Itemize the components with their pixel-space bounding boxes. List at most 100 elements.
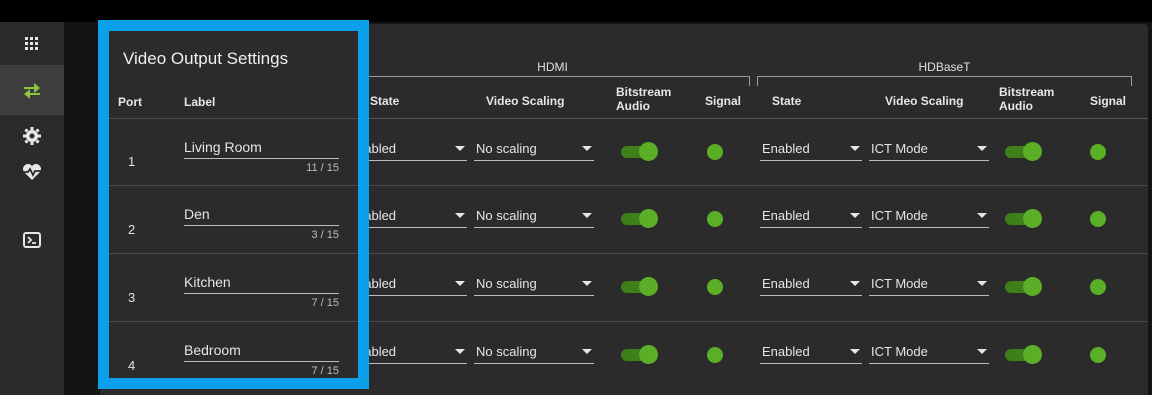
chevron-down-icon — [582, 213, 592, 218]
port-number: 2 — [128, 222, 136, 237]
col-hdmi-state: State — [370, 94, 400, 108]
nav-apps[interactable] — [14, 26, 50, 62]
hdmi-state-select[interactable]: nabled — [355, 342, 467, 364]
col-hdmi-bitstream: Bitstream Audio — [616, 85, 672, 113]
chevron-down-icon — [850, 349, 860, 354]
sidebar — [0, 22, 64, 395]
hdmi-scaling-select[interactable]: No scaling — [474, 206, 594, 228]
hdb-state-select[interactable]: Enabled — [760, 139, 862, 161]
chevron-down-icon — [455, 281, 465, 286]
label-value: Living Room — [184, 139, 262, 155]
hdmi-bitstream-toggle[interactable] — [619, 344, 659, 364]
port-number: 1 — [128, 154, 136, 169]
label-input[interactable]: Bedroom — [184, 342, 339, 362]
toggle-knob — [639, 209, 658, 228]
highlight-box: Video Output Settings Port Label 1 Livin… — [98, 20, 369, 389]
group-bracket-hdbaset — [757, 76, 1132, 86]
hdb-scaling-value: ICT Mode — [871, 141, 928, 156]
hdb-bitstream-toggle[interactable] — [1003, 141, 1043, 161]
chevron-down-icon — [582, 349, 592, 354]
hdmi-signal-indicator — [707, 211, 723, 227]
hdb-scaling-select[interactable]: ICT Mode — [869, 274, 989, 296]
char-counter: 11 / 15 — [306, 162, 339, 174]
hdb-state-value: Enabled — [762, 344, 810, 359]
page-title: Video Output Settings — [123, 49, 289, 68]
hdb-state-select[interactable]: Enabled — [760, 342, 862, 364]
chevron-down-icon — [850, 213, 860, 218]
hdb-state-select[interactable]: Enabled — [760, 274, 862, 296]
hdb-scaling-value: ICT Mode — [871, 344, 928, 359]
hdmi-bitstream-toggle[interactable] — [619, 276, 659, 296]
hdb-bitstream-toggle[interactable] — [1003, 276, 1043, 296]
chevron-down-icon — [850, 281, 860, 286]
col-hdb-scaling: Video Scaling — [885, 94, 964, 108]
hdb-signal-indicator — [1090, 347, 1106, 363]
hdb-scaling-value: ICT Mode — [871, 208, 928, 223]
hdmi-state-select[interactable]: nabled — [355, 274, 467, 296]
toggle-knob — [639, 277, 658, 296]
toggle-knob — [1023, 209, 1042, 228]
char-counter: 3 / 15 — [311, 229, 339, 241]
nav-console[interactable] — [14, 222, 50, 258]
chevron-down-icon — [582, 146, 592, 151]
label-value: Bedroom — [184, 342, 241, 358]
group-bracket-hdmi — [355, 76, 750, 86]
chevron-down-icon — [455, 146, 465, 151]
hdb-bitstream-toggle[interactable] — [1003, 208, 1043, 228]
chevron-down-icon — [977, 213, 987, 218]
hdmi-scaling-value: No scaling — [476, 141, 537, 156]
heartbeat-icon — [23, 164, 41, 180]
hdmi-scaling-select[interactable]: No scaling — [474, 342, 594, 364]
row-divider — [109, 253, 358, 254]
hdb-state-value: Enabled — [762, 208, 810, 223]
chevron-down-icon — [850, 146, 860, 151]
hdmi-bitstream-toggle[interactable] — [619, 141, 659, 161]
chevron-down-icon — [582, 281, 592, 286]
hdmi-scaling-value: No scaling — [476, 344, 537, 359]
toggle-knob — [639, 345, 658, 364]
hdmi-state-select[interactable]: nabled — [355, 139, 467, 161]
hdmi-state-select[interactable]: nabled — [355, 206, 467, 228]
col-hdb-signal: Signal — [1090, 94, 1127, 108]
port-number: 4 — [128, 358, 136, 373]
col-hdmi-scaling: Video Scaling — [486, 94, 565, 108]
char-counter: 7 / 15 — [311, 365, 339, 377]
hdmi-scaling-value: No scaling — [476, 208, 537, 223]
hdmi-scaling-select[interactable]: No scaling — [474, 139, 594, 161]
hdmi-signal-indicator — [707, 347, 723, 363]
hdb-bitstream-toggle[interactable] — [1003, 344, 1043, 364]
label-value: Kitchen — [184, 274, 231, 290]
hdmi-scaling-value: No scaling — [476, 276, 537, 291]
toggle-knob — [1023, 277, 1042, 296]
hdmi-scaling-select[interactable]: No scaling — [474, 274, 594, 296]
top-bar — [0, 0, 1152, 22]
hdb-signal-indicator — [1090, 279, 1106, 295]
port-number: 3 — [128, 290, 136, 305]
col-port: Port — [118, 95, 142, 109]
nav-health[interactable] — [14, 154, 50, 190]
char-counter: 7 / 15 — [311, 297, 339, 309]
header-divider — [109, 118, 358, 119]
label-input[interactable]: Living Room — [184, 139, 339, 159]
nav-settings[interactable] — [14, 118, 50, 154]
hdb-state-select[interactable]: Enabled — [760, 206, 862, 228]
hdb-scaling-select[interactable]: ICT Mode — [869, 342, 989, 364]
hdb-state-value: Enabled — [762, 276, 810, 291]
hdmi-bitstream-toggle[interactable] — [619, 208, 659, 228]
toggle-knob — [639, 142, 658, 161]
hdb-scaling-select[interactable]: ICT Mode — [869, 206, 989, 228]
chevron-down-icon — [977, 281, 987, 286]
hdb-scaling-select[interactable]: ICT Mode — [869, 139, 989, 161]
group-title-hdmi: HDMI — [537, 60, 568, 74]
label-input[interactable]: Kitchen — [184, 274, 339, 294]
chevron-down-icon — [455, 213, 465, 218]
hdb-state-value: Enabled — [762, 141, 810, 156]
terminal-icon — [23, 232, 41, 248]
label-input[interactable]: Den — [184, 206, 339, 226]
nav-routing[interactable] — [0, 65, 64, 115]
col-hdb-bitstream: Bitstream Audio — [999, 85, 1055, 113]
chevron-down-icon — [977, 349, 987, 354]
chevron-down-icon — [455, 349, 465, 354]
hdb-signal-indicator — [1090, 211, 1106, 227]
transfer-icon — [24, 83, 40, 99]
